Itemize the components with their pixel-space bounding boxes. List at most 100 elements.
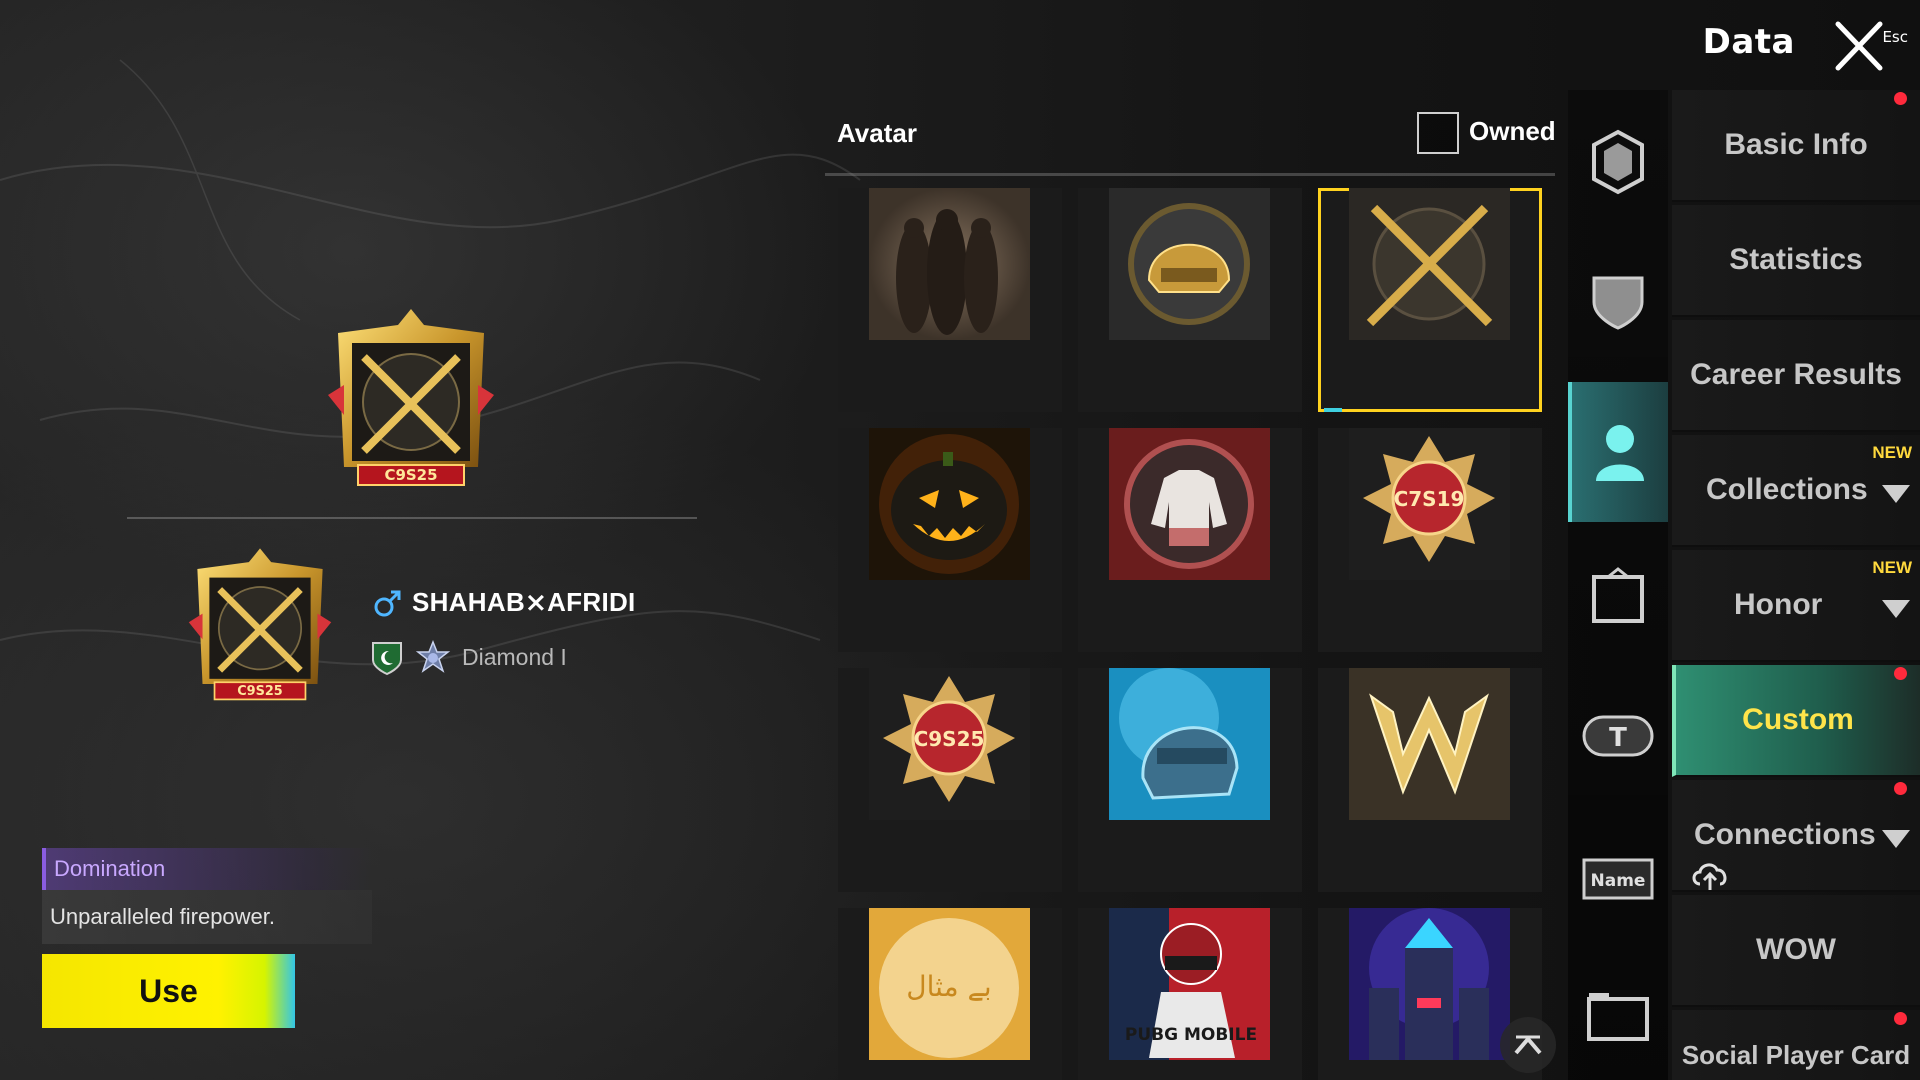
profile-divider xyxy=(127,517,697,519)
avatar-item-jacket-emblem[interactable] xyxy=(1078,428,1302,652)
menu-label: Statistics xyxy=(1729,243,1863,276)
neon-castle-icon xyxy=(1349,908,1510,1060)
chevron-down-icon xyxy=(1882,600,1910,618)
rank-name: Diamond I xyxy=(462,644,567,670)
avatar-item-jack-o-lantern[interactable] xyxy=(838,428,1062,652)
menu-item-wow[interactable]: WOW xyxy=(1672,895,1920,1007)
menu-label: Connections xyxy=(1694,818,1876,851)
item-description-body: Unparalleled firepower. xyxy=(42,890,372,944)
notification-dot xyxy=(1894,782,1907,795)
player-name: SHAHAB⨯AFRIDI xyxy=(412,587,636,617)
squad-silhouette-icon xyxy=(869,188,1030,340)
profile-menu: Basic Info Statistics Career Results Col… xyxy=(1672,90,1920,1080)
calligraphy-text: بے مثال xyxy=(906,970,991,1003)
avatar-item-gold-w-logo[interactable] xyxy=(1318,668,1542,892)
esc-shortcut-label: Esc xyxy=(1882,28,1908,46)
gold-w-logo-icon xyxy=(1349,668,1510,820)
outfit-frame-icon xyxy=(1592,567,1644,623)
page-title: Data xyxy=(1702,22,1795,62)
avatar-item-crossed-rifles[interactable] xyxy=(1318,188,1542,412)
pakistan-flag-icon xyxy=(370,640,404,676)
use-button-label: Use xyxy=(139,972,198,1009)
diamond-rank-icon xyxy=(415,639,451,676)
shield-icon xyxy=(1592,276,1644,330)
owned-filter-checkbox[interactable] xyxy=(1417,112,1459,154)
avatar-panel-header: Avatar Owned xyxy=(825,100,1556,176)
menu-label: Custom xyxy=(1742,703,1854,736)
avatar-item-c9s25-badge[interactable]: C9S25 xyxy=(838,668,1062,892)
avatar-item-blue-helmet[interactable] xyxy=(1078,668,1302,892)
avatar-panel-title: Avatar xyxy=(837,118,917,148)
title-category-tab[interactable]: T xyxy=(1568,676,1668,796)
svg-text:C9S25: C9S25 xyxy=(237,684,283,699)
menu-label: Collections xyxy=(1706,473,1868,506)
gold-helmet-icon xyxy=(1109,188,1270,340)
menu-item-collections[interactable]: Collections NEW xyxy=(1672,435,1920,547)
c9s25-badge-text: C9S25 xyxy=(914,727,985,751)
golden-calligraphy-icon: بے مثال xyxy=(869,908,1030,1060)
menu-item-social-player-card[interactable]: Social Player Card xyxy=(1672,1010,1920,1080)
frame-icon xyxy=(1592,129,1644,195)
item-description-box: Domination Unparalleled firepower. xyxy=(42,848,372,948)
frame-category-tab[interactable] xyxy=(1568,102,1668,222)
badge-category-tab[interactable] xyxy=(1568,242,1668,362)
menu-item-basic-info[interactable]: Basic Info xyxy=(1672,90,1920,202)
notification-dot xyxy=(1894,1012,1907,1025)
outfit-category-tab[interactable] xyxy=(1568,536,1668,656)
avatar-item-golden-calligraphy[interactable]: بے مثال xyxy=(838,908,1062,1080)
title-icon: T xyxy=(1582,715,1654,757)
chevron-up-icon xyxy=(1514,1035,1542,1055)
c9s25-badge-icon: C9S25 xyxy=(869,668,1030,820)
nameplate-icon: Name xyxy=(1582,858,1654,900)
cloud-upload-icon[interactable] xyxy=(1690,858,1730,892)
avatar-item-gold-helmet[interactable] xyxy=(1078,188,1302,412)
avatar-grid: C7S19 C9S25 بے مثال PUBG MOBILE xyxy=(838,188,1542,1080)
item-description: Unparalleled firepower. xyxy=(50,904,276,929)
menu-label: Honor xyxy=(1734,588,1823,621)
pubg-character-icon: PUBG MOBILE xyxy=(1109,908,1270,1060)
scroll-to-top-button[interactable] xyxy=(1500,1017,1556,1073)
menu-item-honor[interactable]: Honor NEW xyxy=(1672,550,1920,662)
avatar-item-c7s19-badge[interactable]: C7S19 xyxy=(1318,428,1542,652)
avatar-preview-large: C9S25 xyxy=(318,305,504,495)
avatar-icon xyxy=(1596,425,1644,481)
profile-avatar: C9S25 xyxy=(180,545,340,708)
new-badge: NEW xyxy=(1872,558,1912,577)
category-icon-column: T Name xyxy=(1568,90,1668,1080)
c7s19-badge-text: C7S19 xyxy=(1394,487,1465,511)
avatar-item-pubg-mobile-character[interactable]: PUBG MOBILE xyxy=(1078,908,1302,1080)
menu-label: WOW xyxy=(1756,933,1836,966)
avatar-item-squad-silhouette[interactable] xyxy=(838,188,1062,412)
menu-item-custom[interactable]: Custom xyxy=(1672,665,1920,777)
title-icon-text: T xyxy=(1609,723,1627,753)
crossed-rifles-icon xyxy=(1349,188,1510,340)
item-title: Domination xyxy=(54,856,166,881)
chevron-down-icon xyxy=(1882,830,1910,848)
male-gender-icon xyxy=(373,588,403,618)
avatar-category-tab[interactable] xyxy=(1568,382,1668,522)
close-icon xyxy=(1835,21,1883,71)
pubg-mobile-text: PUBG MOBILE xyxy=(1125,1025,1257,1045)
folder-category-tab[interactable] xyxy=(1568,956,1668,1076)
menu-label: Career Results xyxy=(1690,358,1902,391)
menu-item-statistics[interactable]: Statistics xyxy=(1672,205,1920,317)
nameplate-category-tab[interactable]: Name xyxy=(1568,816,1668,936)
svg-text:C9S25: C9S25 xyxy=(384,466,437,484)
notification-dot xyxy=(1894,667,1907,680)
notification-dot xyxy=(1894,92,1907,105)
use-button[interactable]: Use xyxy=(42,954,295,1028)
c7s19-badge-icon: C7S19 xyxy=(1349,428,1510,580)
chevron-down-icon xyxy=(1882,485,1910,503)
close-button[interactable] xyxy=(1830,18,1892,74)
menu-label: Basic Info xyxy=(1724,128,1868,161)
blue-helmet-icon xyxy=(1109,668,1270,820)
menu-item-career-results[interactable]: Career Results xyxy=(1672,320,1920,432)
menu-label: Social Player Card xyxy=(1681,1040,1911,1070)
pumpkin-icon xyxy=(869,428,1030,580)
folder-icon xyxy=(1587,993,1649,1041)
new-badge: NEW xyxy=(1872,443,1912,462)
nameplate-icon-text: Name xyxy=(1591,871,1646,891)
jacket-emblem-icon xyxy=(1109,428,1270,580)
item-title-bar: Domination xyxy=(42,848,372,890)
owned-filter-label[interactable]: Owned xyxy=(1469,116,1556,147)
